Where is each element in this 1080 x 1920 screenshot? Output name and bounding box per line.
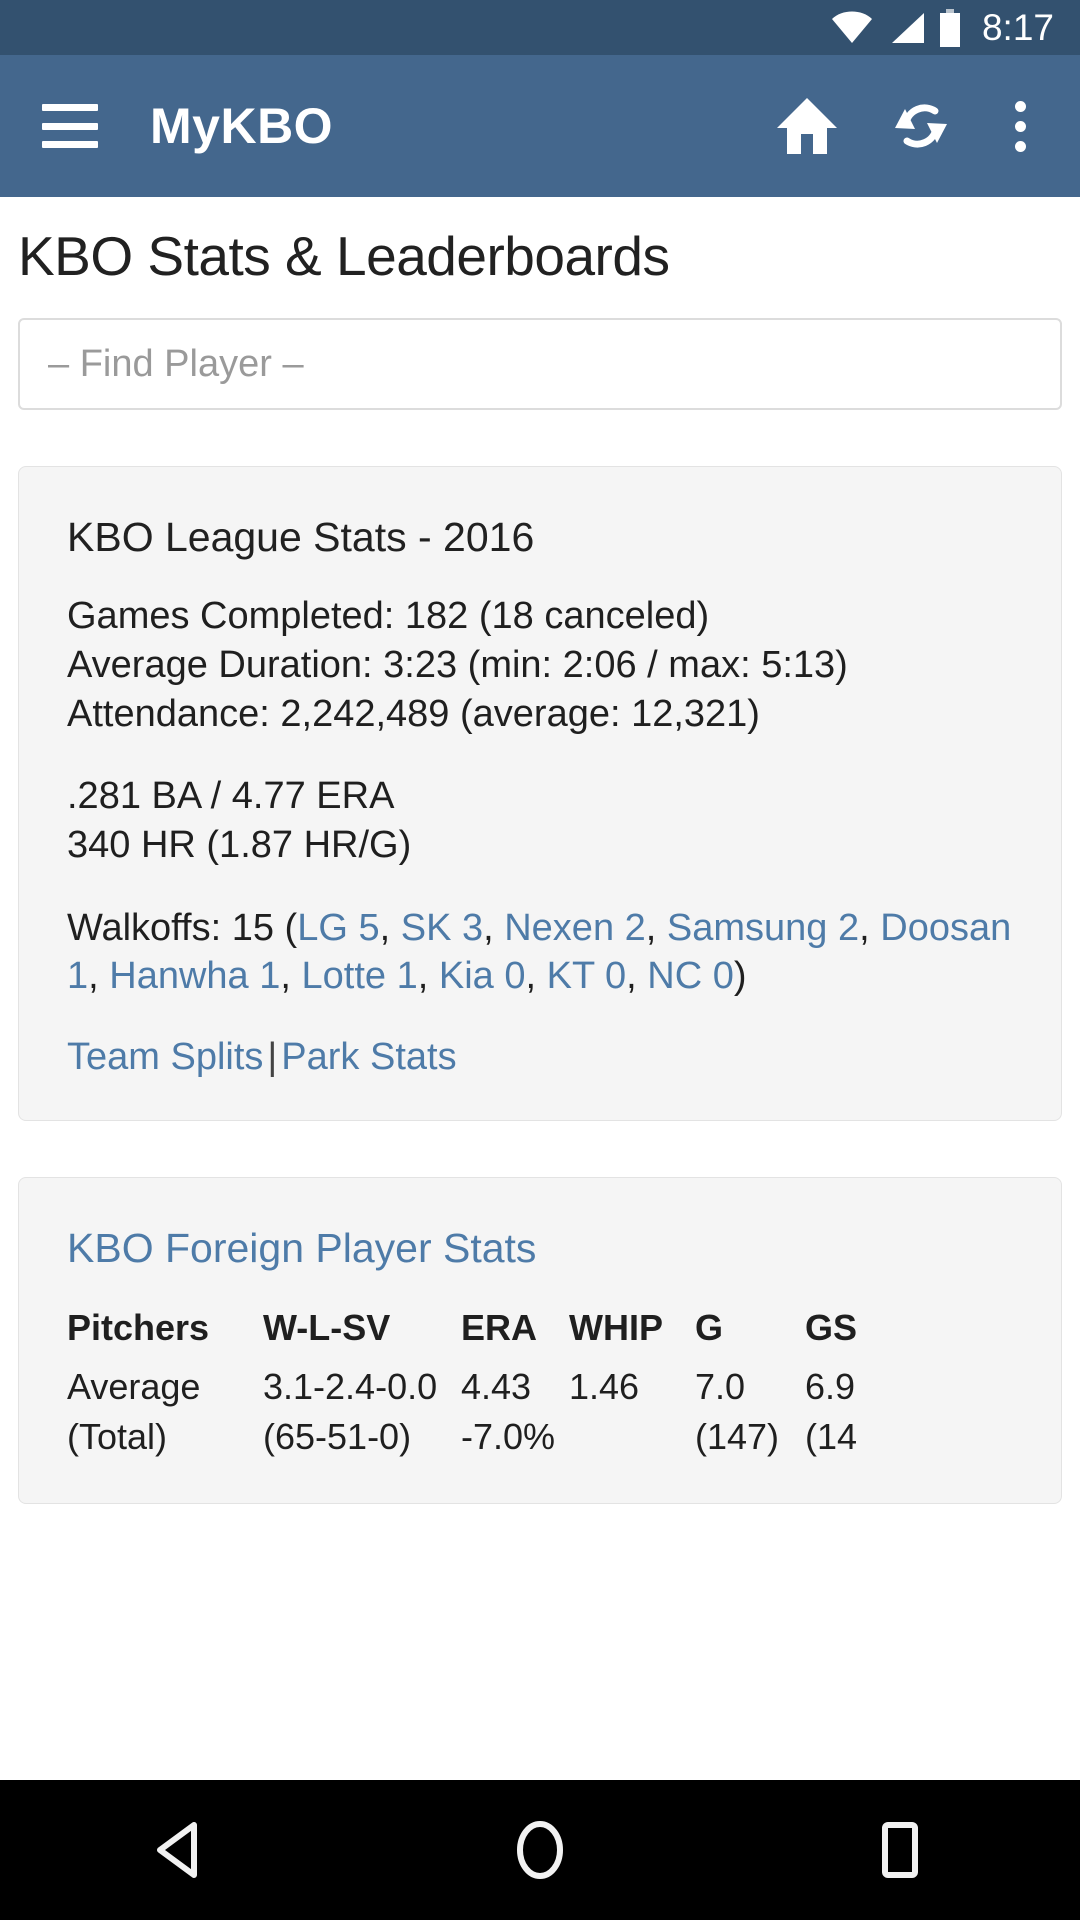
team-splits-link[interactable]: Team Splits: [67, 1036, 263, 1078]
table-cell: (Total): [67, 1416, 168, 1458]
hamburger-menu-icon[interactable]: [42, 104, 98, 148]
table-cell: [569, 1413, 695, 1463]
table-column-header: WHIP: [569, 1306, 663, 1348]
app-bar-actions: [775, 95, 1052, 158]
walkoff-team-link[interactable]: SK 3: [401, 907, 483, 949]
table-column-header: Pitchers: [67, 1306, 210, 1348]
recents-square-icon[interactable]: [810, 1780, 990, 1920]
games-completed-line: Games Completed: 182 (18 canceled): [67, 595, 710, 638]
comma-separator: ,: [379, 906, 401, 949]
foreign-player-stats-card: KBO Foreign Player Stats Pitchers W-L-SV E…: [18, 1177, 1062, 1505]
app-title: MyKBO: [150, 98, 334, 154]
table-cell: 7.0: [695, 1366, 746, 1408]
table-cell: 6.9: [805, 1366, 856, 1408]
overflow-menu-icon[interactable]: [1003, 95, 1038, 158]
comma-separator: ,: [626, 955, 648, 998]
app-bar: MyKBO: [0, 55, 1080, 197]
comma-separator: ,: [88, 955, 110, 998]
battery-icon: [938, 8, 962, 47]
table-column-header: GS: [805, 1306, 858, 1348]
page-content: KBO Stats & Leaderboards KBO League Stat…: [0, 197, 1080, 1780]
walkoff-team-link[interactable]: Kia 0: [439, 955, 526, 997]
walkoff-team-link[interactable]: Nexen 2: [504, 907, 646, 949]
league-stats-card: KBO League Stats - 2016 Games Completed:…: [18, 466, 1062, 1122]
table-cell: Average: [67, 1366, 201, 1408]
status-bar: 8:17: [0, 0, 1080, 55]
table-column-header: ERA: [461, 1306, 538, 1348]
walkoffs-prefix: Walkoffs: 15 (: [67, 906, 298, 949]
table-header-row: Pitchers W-L-SV ERA WHIP G GS: [67, 1304, 915, 1364]
walkoffs-line: Walkoffs: 15 (LG 5, SK 3, Nexen 2, Samsu…: [67, 904, 1013, 1001]
comma-separator: ,: [483, 906, 505, 949]
table-column-header: W-L-SV: [263, 1306, 391, 1348]
table-row: Average 3.1-2.4-0.0 4.43 1.46 7.0 6.9: [67, 1363, 915, 1413]
signal-icon: [886, 11, 926, 45]
attendance-line: Attendance: 2,242,489 (average: 12,321): [67, 692, 760, 735]
table-cell: 3.1-2.4-0.0: [263, 1366, 438, 1408]
comma-separator: ,: [417, 955, 439, 998]
hr-line: 340 HR (1.87 HR/G): [67, 823, 412, 866]
comma-separator: ,: [280, 955, 302, 998]
walkoff-team-link[interactable]: KT 0: [547, 955, 627, 997]
walkoff-team-link[interactable]: NC 0: [647, 955, 734, 997]
refresh-icon[interactable]: [889, 95, 953, 157]
table-cell: 1.46: [569, 1366, 640, 1408]
table-row: (Total) (65-51-0) -7.0% (147) (14: [67, 1413, 915, 1463]
foreign-card-title[interactable]: KBO Foreign Player Stats: [67, 1224, 1013, 1273]
link-separator: |: [267, 1035, 278, 1078]
status-icons: [830, 8, 962, 47]
league-card-links: Team Splits | Park Stats: [67, 1035, 1013, 1081]
comma-separator: ,: [859, 906, 881, 949]
status-time: 8:17: [981, 7, 1054, 48]
comma-separator: ,: [525, 955, 547, 998]
search-input[interactable]: [18, 318, 1062, 411]
walkoff-team-link[interactable]: LG 5: [297, 907, 379, 949]
table-cell: 4.43: [461, 1366, 532, 1408]
park-stats-link[interactable]: Park Stats: [281, 1036, 456, 1078]
wifi-icon: [830, 11, 874, 45]
table-cell: -7.0%: [461, 1416, 556, 1458]
table-cell: (147): [695, 1416, 780, 1458]
system-nav-bar: [0, 1780, 1080, 1920]
table-cell: (65-51-0): [263, 1416, 412, 1458]
comma-separator: ,: [645, 906, 667, 949]
home-circle-icon[interactable]: [450, 1780, 630, 1920]
back-triangle-icon[interactable]: [90, 1780, 270, 1920]
walkoff-team-link[interactable]: Hanwha 1: [109, 955, 280, 997]
table-cell: (14: [805, 1416, 858, 1458]
table-body: Average 3.1-2.4-0.0 4.43 1.46 7.0 6.9 (Total)(…: [67, 1363, 915, 1463]
walkoff-team-link[interactable]: Lotte 1: [302, 955, 418, 997]
walkoffs-suffix: ): [733, 955, 747, 998]
ba-era-line: .281 BA / 4.77 ERA: [67, 775, 395, 818]
average-duration-line: Average Duration: 3:23 (min: 2:06 / max:…: [67, 644, 848, 687]
table-column-header: G: [695, 1306, 724, 1348]
page-title: KBO Stats & Leaderboards: [18, 225, 670, 287]
league-card-title: KBO League Stats - 2016: [67, 514, 535, 561]
home-icon[interactable]: [775, 96, 839, 156]
foreign-player-table: Pitchers W-L-SV ERA WHIP G GS Average 3.1-2.4-…: [67, 1304, 1013, 1464]
app-screen: 8:17 MyKBO KBO Stats & Leaderboards – Fi…: [0, 0, 1080, 1920]
walkoff-team-link[interactable]: Samsung 2: [667, 907, 859, 949]
search-container: [0, 288, 1080, 411]
